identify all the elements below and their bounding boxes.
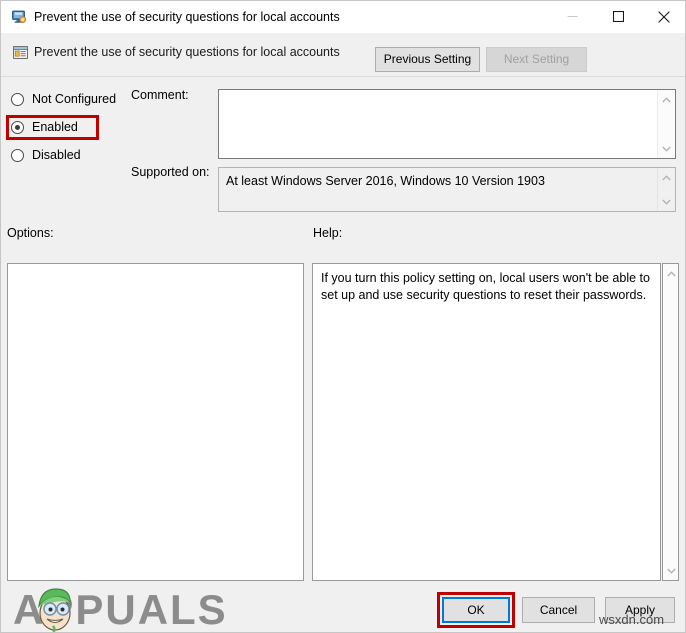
options-panel[interactable] bbox=[7, 263, 304, 581]
window-title: Prevent the use of security questions fo… bbox=[34, 10, 340, 24]
appuals-mascot-icon bbox=[38, 588, 71, 632]
apply-button[interactable]: Apply bbox=[605, 597, 675, 623]
cancel-button[interactable]: Cancel bbox=[522, 597, 595, 623]
help-scrollbar[interactable] bbox=[662, 263, 679, 581]
appuals-watermark: APPUALS bbox=[13, 586, 224, 632]
maximize-icon bbox=[612, 11, 624, 22]
supported-on-scrollbar[interactable] bbox=[657, 168, 675, 211]
scroll-up-icon[interactable] bbox=[663, 265, 678, 282]
maximize-button[interactable] bbox=[595, 1, 641, 32]
minimize-button[interactable] bbox=[549, 1, 595, 32]
scroll-down-icon[interactable] bbox=[663, 562, 678, 579]
scroll-up-icon[interactable] bbox=[658, 169, 675, 186]
close-button[interactable] bbox=[641, 1, 685, 32]
comment-label: Comment: bbox=[131, 88, 189, 102]
help-label: Help: bbox=[313, 226, 343, 240]
ok-button[interactable]: OK bbox=[442, 597, 510, 623]
scroll-down-icon[interactable] bbox=[658, 140, 675, 157]
options-label: Options: bbox=[7, 226, 54, 240]
supported-on-value: At least Windows Server 2016, Windows 10… bbox=[226, 174, 545, 188]
scroll-down-icon[interactable] bbox=[658, 193, 675, 210]
scroll-up-icon[interactable] bbox=[658, 91, 675, 108]
supported-on-field: At least Windows Server 2016, Windows 10… bbox=[218, 167, 676, 212]
disabled-radio[interactable]: Disabled bbox=[11, 146, 81, 164]
setting-title: Prevent the use of security questions fo… bbox=[34, 45, 340, 59]
close-icon bbox=[658, 10, 670, 23]
group-policy-setting-dialog: Prevent the use of security questions fo… bbox=[0, 0, 686, 633]
radio-indicator bbox=[11, 148, 24, 162]
radio-label: Disabled bbox=[32, 148, 81, 162]
help-content: If you turn this policy setting on, loca… bbox=[321, 271, 650, 302]
supported-on-label: Supported on: bbox=[131, 165, 210, 179]
radio-indicator-selected bbox=[11, 120, 24, 134]
help-panel: If you turn this policy setting on, loca… bbox=[312, 263, 661, 581]
policy-monitor-icon bbox=[12, 10, 27, 23]
radio-label: Enabled bbox=[32, 120, 78, 134]
minimize-icon bbox=[567, 16, 577, 17]
policy-setting-icon bbox=[13, 46, 28, 59]
svg-text:APPUALS: APPUALS bbox=[13, 586, 224, 632]
radio-indicator bbox=[11, 92, 24, 106]
title-bar: Prevent the use of security questions fo… bbox=[1, 1, 685, 34]
radio-label: Not Configured bbox=[32, 92, 117, 106]
enabled-radio[interactable]: Enabled bbox=[11, 118, 78, 136]
previous-setting-button[interactable]: Previous Setting bbox=[375, 47, 480, 72]
comment-input[interactable] bbox=[218, 89, 676, 159]
comment-scrollbar[interactable] bbox=[657, 90, 675, 158]
next-setting-button: Next Setting bbox=[486, 47, 587, 72]
not-configured-radio[interactable]: Not Configured bbox=[11, 90, 116, 108]
